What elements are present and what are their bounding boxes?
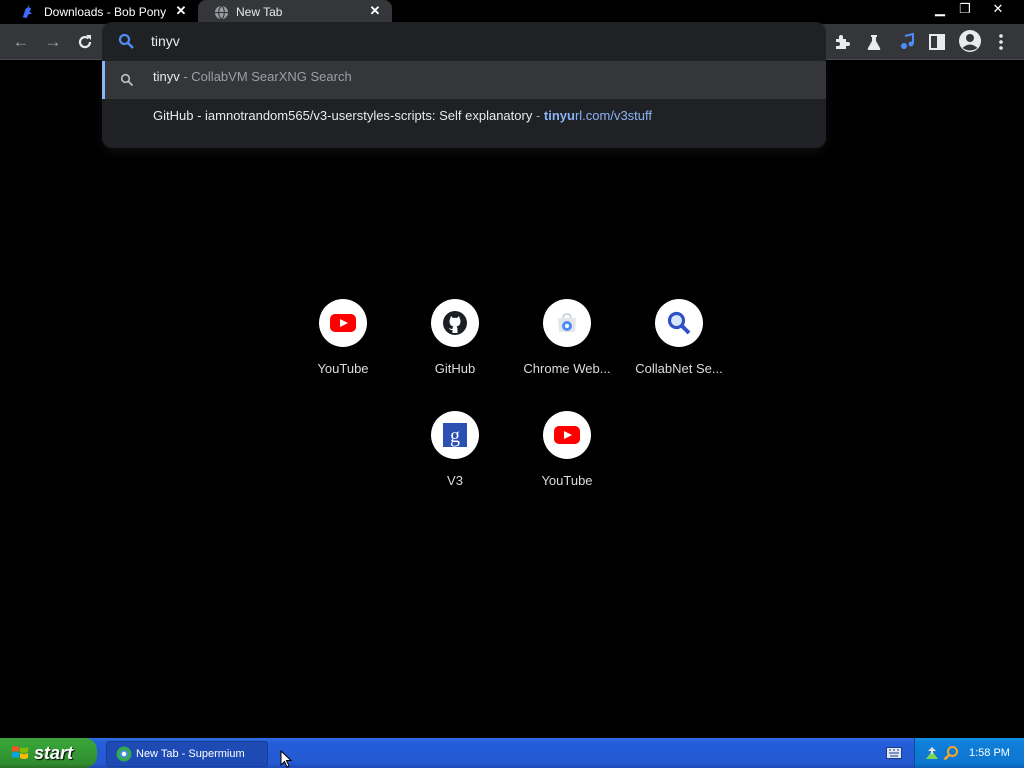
shortcut-youtube[interactable]: YouTube (287, 299, 399, 399)
reload-button[interactable] (75, 32, 95, 52)
start-label: start (34, 743, 74, 763)
music-extension-icon[interactable] (898, 32, 918, 52)
youtube-icon (330, 314, 356, 332)
shortcut-label: V3 (447, 473, 463, 488)
suggestion-title: GitHub - iamnotrandom565/v3-userstyles-s… (153, 108, 533, 123)
shortcut-icon-circle (319, 299, 367, 347)
suggestion-text: GitHub - iamnotrandom565/v3-userstyles-s… (153, 108, 652, 123)
chrome-web-store-icon (558, 313, 576, 332)
profile-avatar-icon[interactable] (958, 29, 982, 53)
taskbar-window-label: New Tab - Supermium (136, 748, 245, 760)
globe-icon (214, 5, 229, 20)
svg-text:g: g (450, 425, 460, 447)
clock: 1:58 PM (969, 747, 1010, 759)
taskbar-window-button[interactable]: New Tab - Supermium (106, 741, 268, 767)
shortcut-youtube-2[interactable]: YouTube (511, 411, 623, 511)
system-tray: 1:58 PM (914, 738, 1024, 768)
search-tray-icon[interactable] (943, 745, 959, 761)
shortcut-label: YouTube (541, 473, 593, 488)
address-bar-input[interactable] (151, 32, 751, 50)
suggestion-query: tinyv (153, 69, 180, 84)
back-button[interactable]: ← (11, 32, 31, 52)
shortcut-label: YouTube (317, 361, 369, 376)
tab-new-tab[interactable]: New Tab ✕ (198, 0, 392, 24)
side-panel-icon[interactable] (927, 32, 947, 52)
bob-pony-icon (22, 5, 33, 19)
shortcut-label: Chrome Web... (523, 361, 611, 376)
shortcut-label: GitHub (434, 361, 476, 376)
labs-flask-icon[interactable] (864, 32, 884, 52)
omnibox[interactable] (102, 22, 826, 60)
suggestion-history[interactable]: GitHub - iamnotrandom565/v3-userstyles-s… (102, 100, 826, 138)
shortcut-icon-circle (543, 299, 591, 347)
restore-button[interactable]: ❐ (953, 0, 977, 18)
reload-icon (78, 35, 92, 49)
suggestion-separator: - (532, 108, 544, 123)
close-icon[interactable]: ✕ (174, 4, 188, 18)
tab-title: Downloads - Bob Pony (44, 5, 167, 19)
suggestion-search[interactable]: tinyv - CollabVM SearXNG Search (102, 61, 826, 99)
network-icon[interactable] (924, 745, 940, 761)
youtube-icon (554, 426, 580, 444)
tab-strip: Downloads - Bob Pony ✕ New Tab ✕ ▁ ❐ ✕ (0, 0, 1024, 24)
suggestion-text: tinyv - CollabVM SearXNG Search (153, 69, 352, 84)
windows-flag-icon (12, 746, 28, 759)
close-icon[interactable]: ✕ (368, 4, 382, 18)
shortcut-icon-circle: g (431, 411, 479, 459)
start-button[interactable]: start (0, 738, 97, 768)
mouse-cursor-icon (280, 750, 292, 768)
shortcut-v3[interactable]: g V3 (399, 411, 511, 511)
shortcut-github[interactable]: GitHub (399, 299, 511, 399)
omnibox-suggestions: tinyv - CollabVM SearXNG Search GitHub -… (102, 60, 826, 148)
suggestion-url-match: tinyu (543, 108, 575, 123)
search-icon (120, 73, 134, 87)
shortcut-chrome-web-store[interactable]: Chrome Web... (511, 299, 623, 399)
tab-downloads[interactable]: Downloads - Bob Pony ✕ (0, 0, 198, 24)
suggestion-url: tinyurl.com/v3stuff (544, 108, 652, 123)
supermium-icon (116, 746, 132, 762)
forward-button[interactable]: → (43, 32, 63, 52)
magnifier-icon (667, 311, 691, 335)
tab-title: New Tab (236, 5, 283, 19)
shortcut-icon-circle (655, 299, 703, 347)
taskbar: start New Tab - Supermium 1:58 PM (0, 738, 1024, 768)
close-window-button[interactable]: ✕ (985, 0, 1011, 18)
kebab-menu-icon[interactable] (994, 32, 1008, 52)
blank-icon (124, 116, 130, 122)
minimize-button[interactable]: ▁ (928, 0, 952, 18)
search-icon (118, 33, 134, 49)
suggestion-separator: - (179, 69, 192, 84)
suggestion-source: CollabVM SearXNG Search (191, 69, 352, 84)
shortcut-icon-circle (431, 299, 479, 347)
shortcut-icon-circle (543, 411, 591, 459)
shortcut-label: CollabNet Se... (635, 361, 723, 376)
keyboard-icon[interactable] (886, 747, 902, 759)
shortcut-collabnet-search[interactable]: CollabNet Se... (623, 299, 735, 399)
extensions-puzzle-icon[interactable] (832, 32, 852, 52)
suggestion-url-rest: rl.com/v3stuff (574, 108, 653, 123)
github-icon (443, 311, 467, 335)
google-g-icon: g (443, 423, 467, 447)
